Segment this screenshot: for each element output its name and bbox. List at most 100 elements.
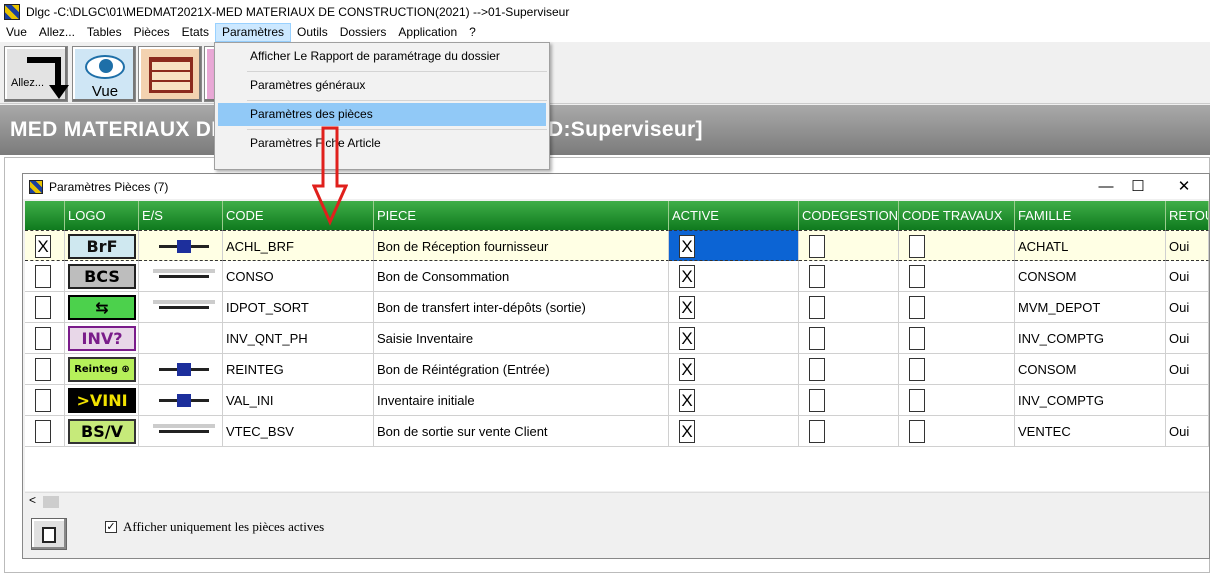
es-cell <box>139 354 223 385</box>
allez-button[interactable]: Allez... <box>4 46 69 102</box>
famille-cell: INV_COMPTG <box>1015 323 1166 354</box>
menu-8[interactable]: Application <box>392 23 463 42</box>
code-travaux-checkbox[interactable] <box>909 235 925 258</box>
table-row[interactable]: INV? INV_QNT_PH Saisie Inventaire X INV_COMP… <box>25 323 1209 354</box>
pieces-grid: LOGO E/S CODE PIECE ACTIVE CODEGESTION CODE TR… <box>25 201 1209 491</box>
active-checkbox[interactable]: X <box>679 389 695 412</box>
code-travaux-checkbox[interactable] <box>909 358 925 381</box>
column-header-1[interactable]: LOGO <box>65 201 139 230</box>
piece-cell: Saisie Inventaire <box>374 323 669 354</box>
menu-3[interactable]: Pièces <box>128 23 176 42</box>
dialog-titlebar: Paramètres Pièces (7) — ☐ ✕ <box>23 174 1209 199</box>
row-select-checkbox[interactable] <box>35 265 51 288</box>
only-active-checkbox-group[interactable]: ✓ Afficher uniquement les pièces actives <box>105 519 324 535</box>
code-cell: VTEC_BSV <box>223 416 374 447</box>
codegestion-cell <box>799 354 899 385</box>
active-cell: X <box>669 261 799 292</box>
column-header-0[interactable] <box>25 201 65 230</box>
red-arrow-annotation <box>312 126 348 226</box>
row-select-checkbox[interactable] <box>35 420 51 443</box>
active-checkbox[interactable]: X <box>679 296 695 319</box>
es-cell <box>139 292 223 323</box>
table-row[interactable]: ⇆ IDPOT_SORT Bon de transfert inter-dépôts… <box>25 292 1209 323</box>
table-row[interactable]: BCS CONSO Bon de Consommation X CONSOM Oui <box>25 261 1209 292</box>
column-header-2[interactable]: E/S <box>139 201 223 230</box>
famille-cell: CONSOM <box>1015 261 1166 292</box>
active-checkbox[interactable]: X <box>679 235 695 258</box>
menu-6[interactable]: Outils <box>291 23 334 42</box>
active-checkbox[interactable]: X <box>679 420 695 443</box>
dropdown-item-3[interactable]: Paramètres Fiche Article <box>218 132 546 155</box>
column-header-3[interactable]: CODE <box>223 201 374 230</box>
column-header-7[interactable]: CODE TRAVAUX <box>899 201 1015 230</box>
scroll-left-icon[interactable]: < <box>29 493 36 507</box>
codegestion-checkbox[interactable] <box>809 327 825 350</box>
close-button[interactable]: ✕ <box>1161 174 1207 199</box>
parametres-pieces-dialog: Paramètres Pièces (7) — ☐ ✕ LOGO E/S CODE P… <box>22 173 1210 559</box>
menu-9[interactable]: ? <box>463 23 482 42</box>
codegestion-checkbox[interactable] <box>809 235 825 258</box>
column-header-8[interactable]: FAMILLE <box>1015 201 1166 230</box>
sortie-icon <box>159 306 209 309</box>
column-header-5[interactable]: ACTIVE <box>669 201 799 230</box>
tables-button[interactable] <box>138 46 202 102</box>
column-header-6[interactable]: CODEGESTION <box>799 201 899 230</box>
codegestion-checkbox[interactable] <box>809 358 825 381</box>
menu-0[interactable]: Vue <box>0 23 33 42</box>
es-cell <box>139 323 223 354</box>
column-header-4[interactable]: PIECE <box>374 201 669 230</box>
dropdown-separator <box>247 129 547 130</box>
dropdown-item-2[interactable]: Paramètres des pièces <box>218 103 546 126</box>
dropdown-item-1[interactable]: Paramètres généraux <box>218 74 546 97</box>
only-active-label: Afficher uniquement les pièces actives <box>123 519 325 534</box>
retour-cell: Oui <box>1166 261 1209 292</box>
table-row[interactable]: >VINI VAL_INI Inventaire initiale X INV_COMP… <box>25 385 1209 416</box>
codegestion-checkbox[interactable] <box>809 389 825 412</box>
menu-2[interactable]: Tables <box>81 23 128 42</box>
menu-4[interactable]: Etats <box>176 23 215 42</box>
code-travaux-checkbox[interactable] <box>909 389 925 412</box>
code-travaux-checkbox[interactable] <box>909 296 925 319</box>
row-select-checkbox[interactable] <box>35 296 51 319</box>
only-active-checkbox[interactable]: ✓ <box>105 521 117 533</box>
table-row[interactable]: X BrF ACHL_BRF Bon de Réception fournisseur… <box>25 230 1209 261</box>
menu-7[interactable]: Dossiers <box>334 23 393 42</box>
table-row[interactable]: BS/V VTEC_BSV Bon de sortie sur vente Clie… <box>25 416 1209 447</box>
active-checkbox[interactable]: X <box>679 265 695 288</box>
active-checkbox[interactable]: X <box>679 358 695 381</box>
menu-5[interactable]: Paramètres <box>215 23 292 42</box>
entree-icon <box>159 363 209 376</box>
codegestion-checkbox[interactable] <box>809 296 825 319</box>
company-banner: MED MATERIAUX DI D:Superviseur] <box>0 105 1210 155</box>
vue-button[interactable]: Vue <box>72 46 136 102</box>
row-select-checkbox[interactable] <box>35 358 51 381</box>
allez-label: Allez... <box>11 77 45 89</box>
row-select-checkbox[interactable] <box>35 389 51 412</box>
sortie-icon <box>159 275 209 278</box>
code-travaux-checkbox[interactable] <box>909 420 925 443</box>
column-header-9[interactable]: RETOU <box>1166 201 1209 230</box>
codegestion-checkbox[interactable] <box>809 265 825 288</box>
active-checkbox[interactable]: X <box>679 327 695 350</box>
menu-1[interactable]: Allez... <box>33 23 81 42</box>
piece-cell: Bon de Consommation <box>374 261 669 292</box>
dropdown-item-0[interactable]: Afficher Le Rapport de paramétrage du do… <box>218 45 546 68</box>
retour-cell: Oui <box>1166 292 1209 323</box>
app-icon <box>4 3 20 20</box>
codegestion-checkbox[interactable] <box>809 420 825 443</box>
scroll-thumb[interactable] <box>43 496 59 508</box>
maximize-button[interactable]: ☐ <box>1115 174 1161 199</box>
row-select-checkbox[interactable]: X <box>35 235 51 258</box>
row-select-checkbox[interactable] <box>35 327 51 350</box>
piece-logo: Reinteg ⊕ <box>68 357 136 382</box>
row-select-cell <box>25 385 65 416</box>
horizontal-scrollbar[interactable]: < <box>25 492 1209 509</box>
code-travaux-checkbox[interactable] <box>909 327 925 350</box>
piece-logo: ⇆ <box>68 295 136 320</box>
table-row[interactable]: Reinteg ⊕ REINTEG Bon de Réintégration (En… <box>25 354 1209 385</box>
codegestion-cell <box>799 261 899 292</box>
code-travaux-cell <box>899 416 1015 447</box>
window-title: Dlgc -C:\DLGC\01\MEDMAT2021X-MED MATERIA… <box>26 4 570 19</box>
code-travaux-checkbox[interactable] <box>909 265 925 288</box>
edit-button[interactable] <box>31 518 67 550</box>
